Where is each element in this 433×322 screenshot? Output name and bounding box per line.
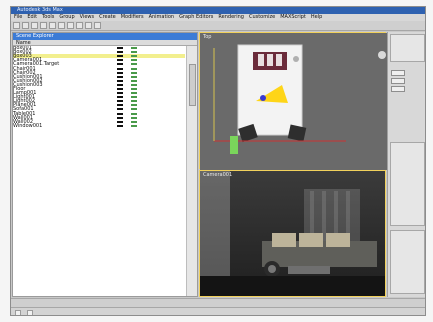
top-viewport-label: Top <box>203 34 212 40</box>
swatch-icon <box>131 87 137 90</box>
menu-item-group[interactable]: Group <box>58 15 75 20</box>
swatch-icon <box>117 55 123 58</box>
command-panel-rollout <box>390 230 425 294</box>
menu-bar: File Edit Tools Group Views Create Modifiers An… <box>11 14 425 21</box>
swatch-icon <box>131 112 137 115</box>
swatch-icon <box>131 104 137 107</box>
command-panel-button[interactable] <box>391 86 405 92</box>
application-screen: Autodesk 3ds Max File Edit Tools Group Views… <box>10 6 426 316</box>
swatch-icon <box>131 100 137 103</box>
scene-explorer-title: Scene Explorer <box>13 33 197 40</box>
swatch-icon <box>117 96 123 99</box>
swatch-icon <box>117 87 123 90</box>
top-viewport-scene <box>200 33 387 170</box>
swatch-icon <box>117 104 123 107</box>
swatch-icon <box>131 67 137 70</box>
swatch-icon <box>117 75 123 78</box>
camera-viewport[interactable]: Camera001 <box>199 170 386 297</box>
timeline[interactable] <box>11 298 425 307</box>
status-bar <box>11 307 425 315</box>
scene-object-row[interactable]: Window001 <box>13 122 185 129</box>
snap-icon[interactable] <box>67 22 74 29</box>
menu-item-rendering[interactable]: Rendering <box>217 15 245 20</box>
swatch-icon <box>117 79 123 82</box>
swatch-icon <box>131 63 137 66</box>
menu-item-file[interactable]: File <box>13 15 23 20</box>
command-panel-button[interactable] <box>391 78 405 84</box>
status-field-left <box>15 309 21 315</box>
scene-object-name: Window001 <box>13 122 43 129</box>
command-panel <box>387 32 425 297</box>
angle-snap-icon[interactable] <box>76 22 83 29</box>
swatch-icon <box>117 51 123 54</box>
render-icon[interactable] <box>94 22 101 29</box>
move-icon[interactable] <box>40 22 47 29</box>
camera-viewport-render <box>200 171 385 296</box>
command-panel-header <box>390 34 425 62</box>
rotate-icon[interactable] <box>49 22 56 29</box>
swatch-icon <box>131 120 137 123</box>
scene-object-list: Box001 Box002 Box003 Camera001 Camera001.Tar… <box>13 46 185 296</box>
swatch-icon <box>131 108 137 111</box>
swatch-icon <box>117 116 123 119</box>
menu-item-customize[interactable]: Customize <box>248 15 276 20</box>
swatch-icon <box>131 92 137 95</box>
swatch-icon <box>117 100 123 103</box>
scrollbar-thumb[interactable] <box>189 64 196 106</box>
swatch-icon <box>117 92 123 95</box>
swatch-icon <box>131 96 137 99</box>
swatch-icon <box>117 120 123 123</box>
swatch-icon <box>117 59 123 62</box>
swatch-icon <box>131 51 137 54</box>
swatch-icon <box>131 71 137 74</box>
menu-item-animation[interactable]: Animation <box>148 15 176 20</box>
swatch-icon <box>131 116 137 119</box>
menu-item-modifiers[interactable]: Modifiers <box>120 15 145 20</box>
swatch-icon <box>117 112 123 115</box>
scene-explorer-panel: Scene Explorer Name Box001 Box002 Box003 Ca… <box>12 32 198 297</box>
command-panel-button[interactable] <box>391 70 405 76</box>
column-header[interactable]: Name <box>16 40 31 46</box>
menu-item-tools[interactable]: Tools <box>41 15 55 20</box>
scale-icon[interactable] <box>58 22 65 29</box>
menu-item-views[interactable]: Views <box>79 15 95 20</box>
percent-snap-icon[interactable] <box>85 22 92 29</box>
swatch-icon <box>117 83 123 86</box>
select-icon[interactable] <box>31 22 38 29</box>
redo-icon[interactable] <box>22 22 29 29</box>
menu-item-create[interactable]: Create <box>98 15 117 20</box>
main-toolbar <box>11 21 425 31</box>
swatch-icon <box>131 79 137 82</box>
swatch-icon <box>131 47 137 50</box>
status-field-right <box>27 309 33 315</box>
screen-photo-frame: Autodesk 3ds Max File Edit Tools Group Views… <box>0 0 433 322</box>
swatch-icon <box>117 108 123 111</box>
swatch-icon <box>117 124 123 127</box>
swatch-icon <box>131 59 137 62</box>
menu-item-graph-editors[interactable]: Graph Editors <box>178 15 214 20</box>
top-viewport[interactable]: Top <box>199 32 387 170</box>
menu-item-help[interactable]: Help <box>310 15 323 20</box>
swatch-icon <box>117 47 123 50</box>
swatch-icon <box>131 55 137 58</box>
swatch-icon <box>117 67 123 70</box>
menu-item-maxscript[interactable]: MAXScript <box>279 15 307 20</box>
title-bar: Autodesk 3ds Max <box>11 7 425 14</box>
camera-viewport-label: Camera001 <box>203 172 233 178</box>
swatch-icon <box>131 75 137 78</box>
undo-icon[interactable] <box>13 22 20 29</box>
scene-list-scrollbar[interactable] <box>186 46 197 296</box>
swatch-icon <box>117 63 123 66</box>
command-panel-rollout <box>390 142 425 226</box>
swatch-icon <box>131 83 137 86</box>
menu-item-edit[interactable]: Edit <box>26 15 38 20</box>
swatch-icon <box>131 124 137 127</box>
swatch-icon <box>117 71 123 74</box>
